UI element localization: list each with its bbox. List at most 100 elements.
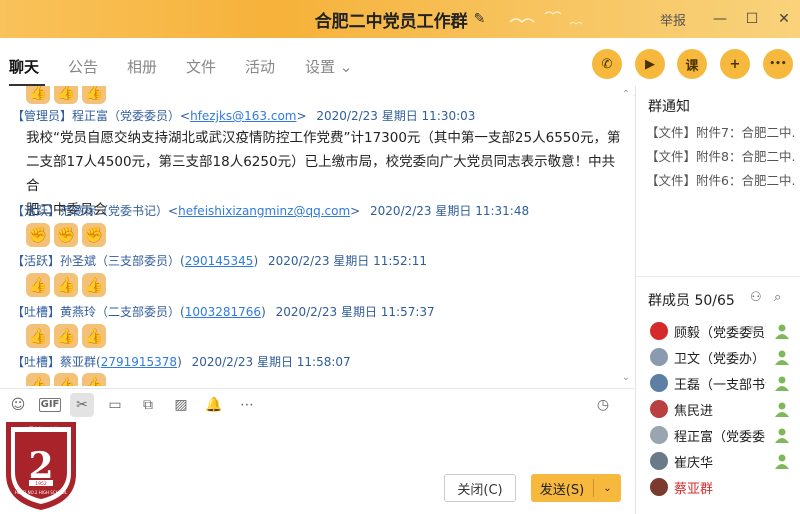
group-notice-title: 群通知 (648, 99, 690, 115)
thumbs-up-icon: 👍 (54, 324, 78, 348)
thumbs-up-icon: 👍 (26, 373, 50, 386)
avatar (650, 452, 668, 470)
member-item[interactable]: 焦民进 (636, 396, 800, 422)
message-header: 【吐槽】黄燕玲（二支部委员）(1003281766) 2020/2/23 星期日… (12, 305, 435, 319)
member-role-icon (775, 454, 789, 469)
tab-album[interactable]: 相册 (127, 56, 157, 77)
window-controls: 举报 — ☐ ✕ (660, 0, 800, 38)
folder-icon[interactable]: ▭ (103, 393, 127, 417)
send-options-chevron-icon[interactable]: ⌄ (594, 483, 621, 494)
thumbs-up-icon: 👍 (26, 324, 50, 348)
fist-icon: ✊ (82, 223, 106, 247)
thumbs-up-icon: 👍 (26, 273, 50, 297)
close-window-button[interactable]: ✕ (768, 0, 800, 38)
svg-text:1952: 1952 (35, 481, 47, 487)
thumbs-up-icon: 👍 (54, 86, 78, 104)
member-item[interactable]: 程正富（党委委员） (636, 422, 800, 448)
emoji-row: ✊ ✊ ✊ (26, 223, 106, 247)
close-chat-button[interactable]: 关闭(C) (444, 474, 516, 502)
thumbs-up-icon: 👍 (54, 373, 78, 386)
thumbs-up-icon: 👍 (82, 273, 106, 297)
member-role-icon (775, 376, 789, 391)
maximize-button[interactable]: ☐ (736, 0, 768, 38)
edit-icon[interactable]: ✎ (474, 11, 486, 27)
video-icon: ▶ (645, 56, 655, 72)
thumbs-up-icon: 👍 (82, 86, 106, 104)
input-toolbar: ☺ GIF ✂ ▭ ⧉ ▨ 🔔 ⋯ ◷ (0, 388, 634, 420)
thumbs-up-icon: 👍 (82, 324, 106, 348)
send-button[interactable]: 发送(S) ⌄ (531, 474, 621, 502)
tab-activity[interactable]: 活动 (245, 56, 275, 77)
member-item[interactable]: 崔庆华 (636, 448, 800, 474)
class-icon: 课 (685, 58, 699, 74)
member-item[interactable]: 蔡亚群 (636, 474, 800, 500)
thumbs-up-icon: 👍 (26, 86, 50, 104)
message-header: 【活跃】范德标（党委书记）<hefeishixizangminz@qq.com>… (12, 204, 530, 218)
send-label[interactable]: 发送(S) (531, 479, 593, 498)
scroll-down-icon[interactable]: ⌄ (620, 373, 632, 383)
tab-settings[interactable]: 设置 ⌄ (305, 56, 352, 77)
gif-icon[interactable]: GIF (39, 397, 61, 412)
class-button[interactable]: 课 (677, 49, 707, 79)
members-count: 群成员 50/65 (648, 293, 735, 309)
emoji-row: 👍 👍 👍 (26, 273, 106, 297)
fist-icon: ✊ (54, 223, 78, 247)
tab-announcement[interactable]: 公告 (68, 56, 98, 77)
history-icon[interactable]: ◷ (591, 393, 615, 417)
video-button[interactable]: ▶ (635, 49, 665, 79)
avatar (650, 348, 668, 366)
fist-icon: ✊ (26, 223, 50, 247)
tab-files[interactable]: 文件 (186, 56, 216, 77)
member-role-icon (775, 350, 789, 365)
member-item[interactable]: 顾毅（党委委员） ✎ (636, 318, 800, 344)
document-icon[interactable]: ⧉ (136, 393, 160, 417)
avatar (650, 478, 668, 496)
member-search-icon[interactable]: ⌕ (774, 290, 781, 305)
member-item[interactable]: 卫文（党委办） (636, 344, 800, 370)
member-manage-icon[interactable]: ⚇ (750, 290, 762, 305)
edit-icon[interactable]: ✎ (748, 324, 759, 339)
notice-item[interactable]: 【文件】附件8：合肥二中... (646, 146, 796, 165)
member-item[interactable]: 王磊（一支部书记） (636, 370, 800, 396)
scissors-icon[interactable]: ✂ (70, 392, 94, 417)
phone-icon: ✆ (601, 56, 613, 72)
bell-icon[interactable]: 🔔 (202, 393, 226, 417)
report-button[interactable]: 举报 (660, 10, 686, 29)
emoji-row: 👍 👍 👍 (26, 324, 106, 348)
svg-text:HEFEI NO.2 HIGH SCHOOL: HEFEI NO.2 HIGH SCHOOL (15, 490, 68, 495)
image-icon[interactable]: ▨ (169, 393, 193, 417)
phone-button[interactable]: ✆ (592, 49, 622, 79)
avatar (650, 374, 668, 392)
thumbs-up-icon: 👍 (54, 273, 78, 297)
tab-chat[interactable]: 聊天 (9, 56, 39, 77)
member-role-icon (775, 428, 789, 443)
svg-text:合肥市第二中学: 合肥市第二中学 (23, 426, 58, 433)
notice-item[interactable]: 【文件】附件7：合肥二中... (646, 122, 796, 141)
more-icon: ••• (769, 59, 787, 69)
school-logo-icon: 合肥市第二中学 2 1952 HEFEI NO.2 HIGH SCHOOL (6, 422, 76, 510)
member-role-icon (775, 402, 789, 417)
avatar (650, 426, 668, 444)
title-bar: 合肥二中党员工作群 ✎ 举报 — ☐ ✕ (0, 0, 800, 38)
right-panel: 群通知 【文件】附件7：合肥二中... 【文件】附件8：合肥二中... 【文件】… (635, 86, 800, 514)
message-header: 【管理员】程正富（党委委员）<hfezjks@163.com> 2020/2/2… (12, 109, 476, 123)
minimize-button[interactable]: — (704, 0, 736, 38)
avatar (650, 400, 668, 418)
emoji-row-partial: 👍 👍 👍 (26, 373, 106, 386)
add-app-icon: + (729, 56, 741, 72)
window-title: 合肥二中党员工作群 (314, 11, 468, 32)
message-header: 【吐槽】蔡亚群(2791915378) 2020/2/23 星期日 11:58:… (12, 355, 351, 369)
members-header: 群成员 50/65 ⚇ ⌕ (636, 276, 800, 312)
notice-item[interactable]: 【文件】附件6：合肥二中... (646, 170, 796, 189)
scroll-up-icon[interactable]: ⌃ (620, 90, 632, 100)
chat-messages[interactable]: 👍 👍 👍 ⌃ 【管理员】程正富（党委委员）<hfezjks@163.com> … (0, 86, 634, 386)
add-app-button[interactable]: + (720, 49, 750, 79)
more-button[interactable]: ••• (763, 49, 793, 79)
avatar (650, 322, 668, 340)
emoji-icon[interactable]: ☺ (6, 393, 30, 417)
more-tools-icon[interactable]: ⋯ (235, 393, 259, 417)
thumbs-up-icon: 👍 (82, 373, 106, 386)
member-role-icon (775, 324, 789, 339)
message-header: 【活跃】孙圣斌（三支部委员）(290145345) 2020/2/23 星期日 … (12, 254, 428, 268)
birds-decoration (509, 11, 583, 25)
